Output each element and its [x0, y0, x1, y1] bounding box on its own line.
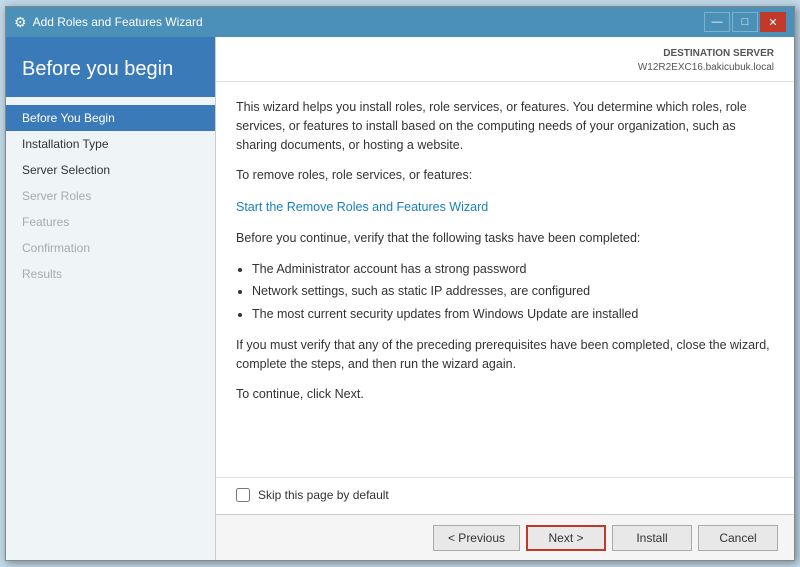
- content-area: Before you begin Before You Begin Instal…: [6, 37, 794, 560]
- sidebar-item-server-selection[interactable]: Server Selection: [6, 157, 215, 183]
- window-icon: ⚙: [14, 14, 27, 31]
- continue-text: To continue, click Next.: [236, 385, 774, 404]
- sidebar-item-before-you-begin[interactable]: Before You Begin: [6, 105, 215, 131]
- destination-server-name: W12R2EXC16.bakicubuk.local: [638, 61, 774, 75]
- intro-text: This wizard helps you install roles, rol…: [236, 98, 774, 154]
- sidebar-item-confirmation: Confirmation: [6, 235, 215, 261]
- destination-server-info: DESTINATION SERVER W12R2EXC16.bakicubuk.…: [638, 47, 774, 75]
- title-bar-left: ⚙ Add Roles and Features Wizard: [14, 14, 203, 31]
- minimize-button[interactable]: —: [704, 12, 730, 32]
- remove-label: To remove roles, role services, or featu…: [236, 166, 774, 185]
- sidebar-header: Before you begin: [6, 37, 215, 97]
- destination-server-label: DESTINATION SERVER: [638, 47, 774, 61]
- wizard-window: ⚙ Add Roles and Features Wizard — □ ✕ Be…: [5, 6, 795, 561]
- cancel-button[interactable]: Cancel: [698, 525, 778, 551]
- sidebar-nav: Before You Begin Installation Type Serve…: [6, 97, 215, 295]
- title-bar-buttons: — □ ✕: [704, 12, 786, 32]
- prerequisite-item-1: The Administrator account has a strong p…: [252, 260, 774, 279]
- title-bar: ⚙ Add Roles and Features Wizard — □ ✕: [6, 7, 794, 37]
- main-header: DESTINATION SERVER W12R2EXC16.bakicubuk.…: [216, 37, 794, 82]
- prerequisite-item-3: The most current security updates from W…: [252, 305, 774, 324]
- skip-checkbox[interactable]: [236, 488, 250, 502]
- close-button[interactable]: ✕: [760, 12, 786, 32]
- skip-checkbox-label[interactable]: Skip this page by default: [258, 488, 389, 502]
- main-content: DESTINATION SERVER W12R2EXC16.bakicubuk.…: [216, 37, 794, 560]
- note-text: If you must verify that any of the prece…: [236, 336, 774, 374]
- maximize-button[interactable]: □: [732, 12, 758, 32]
- install-button[interactable]: Install: [612, 525, 692, 551]
- sidebar-item-features: Features: [6, 209, 215, 235]
- prerequisites-list: The Administrator account has a strong p…: [252, 260, 774, 324]
- sidebar-item-server-roles: Server Roles: [6, 183, 215, 209]
- main-body: This wizard helps you install roles, rol…: [216, 82, 794, 477]
- sidebar-item-results: Results: [6, 261, 215, 287]
- sidebar-item-installation-type[interactable]: Installation Type: [6, 131, 215, 157]
- remove-link[interactable]: Start the Remove Roles and Features Wiza…: [236, 200, 488, 214]
- prerequisite-item-2: Network settings, such as static IP addr…: [252, 282, 774, 301]
- next-button[interactable]: Next >: [526, 525, 606, 551]
- previous-button[interactable]: < Previous: [433, 525, 520, 551]
- checkbox-area: Skip this page by default: [216, 477, 794, 514]
- window-title: Add Roles and Features Wizard: [33, 15, 203, 29]
- sidebar: Before you begin Before You Begin Instal…: [6, 37, 216, 560]
- verify-label: Before you continue, verify that the fol…: [236, 229, 774, 248]
- footer: < Previous Next > Install Cancel: [216, 514, 794, 560]
